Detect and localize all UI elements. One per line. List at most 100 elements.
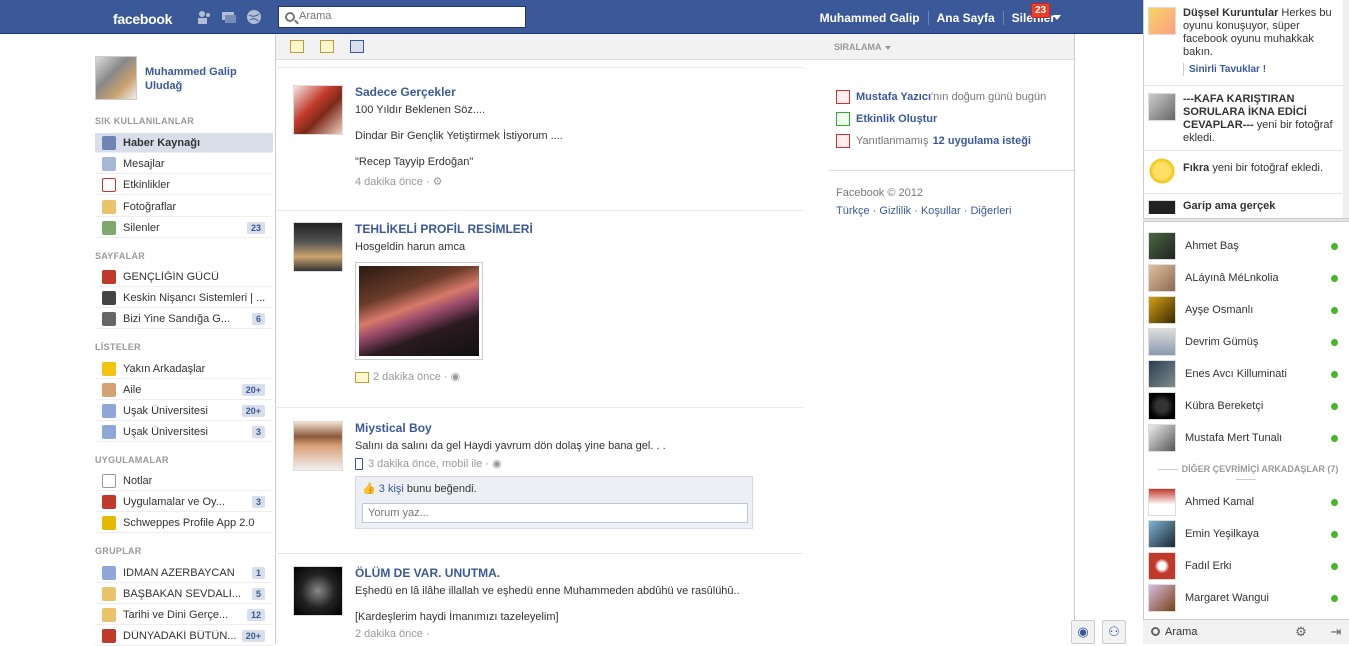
sidebar-item-group[interactable]: BAŞBAKAN SEVDALI... 5 bbox=[95, 584, 273, 604]
chat-friend[interactable]: Margaret Wangui bbox=[1148, 584, 1344, 612]
sidebar-item-app[interactable]: Uygulamalar ve Oy... 3 bbox=[95, 492, 273, 512]
smiley-avatar bbox=[1148, 157, 1176, 185]
sidebar-item-app[interactable]: Notlar bbox=[95, 471, 273, 491]
sidebar-item-group[interactable]: DÜNYADAKİ BÜTÜN... 20+ bbox=[95, 626, 273, 646]
story-actor[interactable]: Sadece Gerçekler bbox=[355, 85, 800, 99]
chat-friend[interactable]: Ayşe Osmanlı bbox=[1148, 296, 1344, 324]
chat-search-input[interactable]: Arama bbox=[1165, 626, 1197, 638]
chat-friend[interactable]: Ahmet Baş bbox=[1148, 232, 1344, 260]
account-dropdown-icon[interactable] bbox=[1053, 15, 1061, 20]
sidebar-item-app[interactable]: Schweppes Profile App 2.0 bbox=[95, 513, 273, 533]
sort-dropdown[interactable]: SIRALAMA bbox=[834, 42, 891, 52]
sidebar-item-news-feed[interactable]: Haber Kaynağı bbox=[95, 133, 273, 153]
messages-jewel-icon[interactable] bbox=[221, 9, 237, 25]
ticker-story[interactable]: Fıkra yeni bir fotoğraf ekledi. bbox=[1148, 157, 1344, 185]
sidebar-item-group[interactable]: IDMAN AZERBAYCAN 1 bbox=[95, 563, 273, 583]
sidebar-item-silenler[interactable]: Silenler 23 bbox=[95, 218, 273, 238]
chat-friend[interactable]: Devrim Gümüş bbox=[1148, 328, 1344, 356]
sidebar-item-messages[interactable]: Mesajlar bbox=[95, 154, 273, 174]
avatar[interactable] bbox=[293, 566, 343, 616]
story-timestamp[interactable]: 4 dakika önce · ⚙ bbox=[355, 175, 800, 188]
chat-friend[interactable]: Mustafa Mert Tunalı bbox=[1148, 424, 1344, 452]
chat-search-bar[interactable]: Arama ⚙ ⇥ bbox=[1143, 619, 1349, 644]
story-actor[interactable]: ÖLÜM DE VAR. UNUTMA. bbox=[355, 566, 800, 580]
home-link[interactable]: Ana Sayfa bbox=[927, 11, 1003, 25]
story-photo[interactable] bbox=[355, 262, 483, 360]
app-requests[interactable]: Yanıtlanmamış 12 uygulama isteği bbox=[836, 130, 1066, 152]
top-bar: facebook Muhammed Galip Ana Sayfa Silenl… bbox=[0, 0, 1143, 34]
notification-badge[interactable]: 23 bbox=[1031, 3, 1051, 18]
ticker-resize-handle[interactable] bbox=[1143, 218, 1349, 222]
sidebar-item-events[interactable]: Etkinlikler bbox=[95, 175, 273, 195]
gear-icon[interactable]: ⚙ bbox=[1293, 624, 1309, 640]
search-icon bbox=[285, 12, 295, 22]
chat-friend[interactable]: Enes Avcı Killuminati bbox=[1148, 360, 1344, 388]
add-photo-icon[interactable] bbox=[320, 40, 334, 53]
sidebar-item-photos[interactable]: Fotoğraflar bbox=[95, 197, 273, 217]
profile-summary[interactable]: Muhammed Galip Uludağ bbox=[95, 56, 255, 100]
search-input[interactable] bbox=[299, 10, 519, 22]
ticker-scrollbar[interactable] bbox=[1343, 0, 1349, 219]
ticker-story[interactable]: ---KAFA KARIŞTIRAN SORULARA İKNA EDİCİ C… bbox=[1148, 93, 1344, 145]
sidebar-item-list[interactable]: Uşak Üniversitesi 3 bbox=[95, 422, 273, 442]
footer-links[interactable]: Türkçe · Gizlilik · Koşullar · Diğerleri bbox=[836, 202, 1066, 220]
feed-story: TEHLİKELİ PROFİL RESİMLERİ Hosgeldin har… bbox=[293, 222, 803, 392]
avatar[interactable] bbox=[293, 222, 343, 272]
story-actor[interactable]: TEHLİKELİ PROFİL RESİMLERİ bbox=[355, 222, 800, 236]
ticker-app-link[interactable]: Sinirli Tavuklar ! bbox=[1183, 63, 1344, 76]
divider bbox=[829, 170, 1074, 171]
online-indicator bbox=[1331, 306, 1338, 314]
likers-link[interactable]: 3 kişi bbox=[379, 483, 404, 495]
sidebar-item-group[interactable]: Tarihi ve Dini Gerçe... 12 bbox=[95, 605, 273, 625]
avatar[interactable] bbox=[293, 85, 343, 135]
avatar bbox=[1148, 296, 1176, 324]
schweppes-icon bbox=[102, 515, 116, 530]
count-badge: 12 bbox=[246, 608, 265, 621]
friend-list-button[interactable]: ⚇ bbox=[1102, 620, 1126, 644]
avatar[interactable] bbox=[293, 421, 343, 471]
notifications-globe-icon[interactable] bbox=[246, 9, 262, 25]
chat-friend[interactable]: Emin Yeşilkaya bbox=[1148, 520, 1344, 548]
comment-input[interactable]: Yorum yaz... bbox=[362, 503, 748, 524]
ask-question-icon[interactable] bbox=[350, 40, 364, 53]
story-timestamp[interactable]: 3 dakika önce, mobil ile · ◉ bbox=[355, 457, 800, 471]
story-timestamp[interactable]: 2 dakika önce · ◉ bbox=[355, 370, 800, 383]
facebook-logo[interactable]: facebook bbox=[113, 11, 172, 27]
story-actor[interactable]: Miystical Boy bbox=[355, 421, 800, 435]
online-indicator bbox=[1331, 530, 1338, 538]
online-indicator bbox=[1331, 498, 1338, 506]
online-indicator bbox=[1331, 434, 1338, 442]
online-indicator bbox=[1331, 274, 1338, 282]
sidebar-item-page[interactable]: Keskin Nişancı Sistemleri | ... bbox=[95, 288, 273, 308]
friend-requests-icon[interactable] bbox=[196, 9, 212, 25]
status-update-icon[interactable] bbox=[290, 40, 304, 53]
sidebar-item-list[interactable]: Yakın Arkadaşlar bbox=[95, 359, 273, 379]
chat-friend[interactable]: Ahmed Kamal bbox=[1148, 488, 1344, 516]
ticker-story[interactable]: Düşsel Kuruntular Herkes bu oyunu konuşu… bbox=[1148, 7, 1344, 76]
chat-friend[interactable]: Fadıl Erki bbox=[1148, 552, 1344, 580]
birthday-reminder[interactable]: Mustafa Yazıcı'nın doğum günü bugün bbox=[836, 86, 1066, 108]
avatar[interactable] bbox=[95, 56, 137, 100]
school-icon bbox=[102, 403, 116, 418]
photos-icon bbox=[102, 199, 116, 214]
story-timestamp[interactable]: 2 dakika önce · bbox=[355, 628, 800, 640]
create-event-link[interactable]: Etkinlik Oluştur bbox=[836, 108, 1066, 130]
sidebar-item-page[interactable]: GENÇLİĞİN GÜCÜ bbox=[95, 267, 273, 287]
chat-friend[interactable]: Kübra Bereketçi bbox=[1148, 392, 1344, 420]
news-feed-icon bbox=[102, 135, 116, 150]
sidebar-item-list[interactable]: Uşak Üniversitesi 20+ bbox=[95, 401, 273, 421]
gear-icon[interactable]: ⚙ bbox=[433, 176, 443, 188]
search-box[interactable] bbox=[278, 6, 526, 28]
profile-name[interactable]: Muhammed Galip Uludağ bbox=[145, 65, 255, 100]
ticker-story[interactable]: Garip ama gerçek bbox=[1148, 200, 1344, 214]
right-column: Mustafa Yazıcı'nın doğum günü bugün Etki… bbox=[836, 86, 1066, 152]
profile-link[interactable]: Muhammed Galip bbox=[812, 11, 928, 25]
globe-button[interactable]: ◉ bbox=[1071, 620, 1095, 644]
chat-friend[interactable]: ALáyınâ MéLnkolia bbox=[1148, 264, 1344, 292]
school-icon bbox=[102, 424, 116, 439]
exit-sidebar-icon[interactable]: ⇥ bbox=[1328, 624, 1344, 640]
sidebar-item-list[interactable]: Aile 20+ bbox=[95, 380, 273, 400]
sidebar-item-page[interactable]: Bizi Yine Sandığa G... 6 bbox=[95, 309, 273, 329]
count-badge: 3 bbox=[251, 425, 265, 438]
avatar bbox=[1148, 584, 1176, 612]
